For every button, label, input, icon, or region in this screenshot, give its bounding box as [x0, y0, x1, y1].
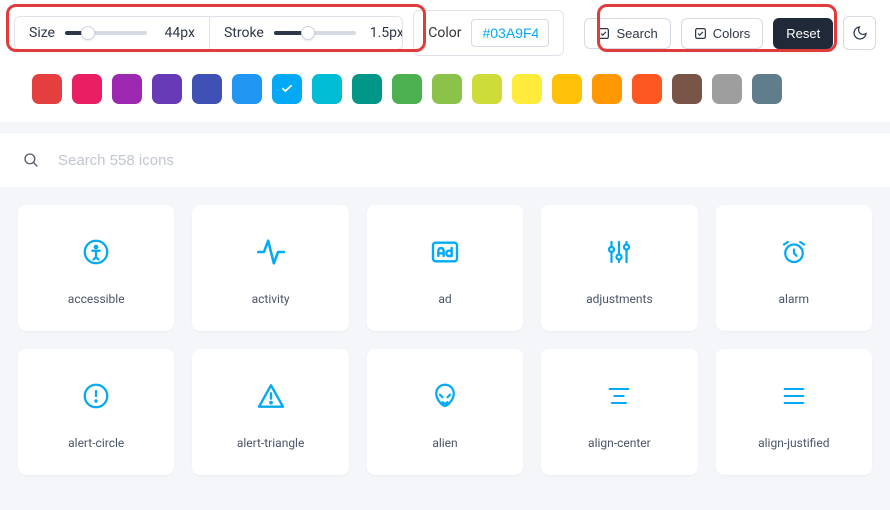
color-swatch[interactable] [512, 74, 542, 104]
icon-label: accessible [68, 292, 125, 306]
color-swatch[interactable] [712, 74, 742, 104]
ad-icon [429, 230, 461, 274]
icon-label: align-justified [758, 436, 829, 450]
color-swatch[interactable] [232, 74, 262, 104]
icon-card-alert-triangle[interactable]: alert-triangle [192, 349, 348, 475]
colors-toggle-button[interactable]: Colors [681, 18, 764, 49]
icon-card-align-justified[interactable]: align-justified [716, 349, 872, 475]
color-swatch[interactable] [112, 74, 142, 104]
adjustments-icon [604, 230, 634, 274]
color-swatch[interactable] [432, 74, 462, 104]
search-toggle-button[interactable]: Search [584, 18, 670, 49]
size-stroke-group: Size 44px Stroke 1.5px [14, 16, 403, 50]
color-swatch[interactable] [352, 74, 382, 104]
icon-label: adjustments [586, 292, 653, 306]
alarm-icon [779, 230, 809, 274]
color-palette [14, 74, 876, 104]
icon-grid: accessible activity ad adjustments alarm aler… [0, 187, 890, 493]
color-swatch[interactable] [192, 74, 222, 104]
reset-button[interactable]: Reset [773, 18, 833, 49]
icon-card-alarm[interactable]: alarm [716, 205, 872, 331]
search-bar [0, 132, 890, 187]
size-value: 44px [157, 25, 195, 41]
color-swatch[interactable] [552, 74, 582, 104]
color-swatch[interactable] [632, 74, 662, 104]
color-swatch[interactable] [72, 74, 102, 104]
stroke-value: 1.5px [366, 25, 403, 41]
checkbox-icon [694, 27, 707, 40]
check-icon [280, 82, 294, 96]
icon-label: alert-circle [68, 436, 124, 450]
accessible-icon [81, 230, 111, 274]
color-swatch[interactable] [392, 74, 422, 104]
color-input[interactable] [471, 19, 549, 47]
icon-label: alert-triangle [237, 436, 305, 450]
icon-card-adjustments[interactable]: adjustments [541, 205, 697, 331]
icon-card-align-center[interactable]: align-center [541, 349, 697, 475]
icon-label: alien [432, 436, 457, 450]
icon-card-alien[interactable]: alien [367, 349, 523, 475]
search-icon [22, 151, 40, 169]
icon-card-ad[interactable]: ad [367, 205, 523, 331]
color-swatch[interactable] [32, 74, 62, 104]
icon-card-alert-circle[interactable]: alert-circle [18, 349, 174, 475]
color-swatch[interactable] [752, 74, 782, 104]
icon-card-activity[interactable]: activity [192, 205, 348, 331]
icon-label: alarm [779, 292, 810, 306]
size-label: Size [29, 25, 55, 41]
stroke-control: Stroke 1.5px [209, 17, 403, 49]
color-swatch[interactable] [312, 74, 342, 104]
color-control: Color [413, 10, 564, 56]
activity-icon [254, 230, 288, 274]
icon-label: activity [252, 292, 290, 306]
icon-label: ad [438, 292, 451, 306]
color-swatch[interactable] [672, 74, 702, 104]
color-swatch[interactable] [592, 74, 622, 104]
search-input[interactable] [58, 152, 868, 169]
color-swatch[interactable] [472, 74, 502, 104]
align-justified-icon [780, 374, 808, 418]
size-slider[interactable] [65, 26, 147, 40]
stroke-label: Stroke [224, 25, 264, 41]
alien-icon [430, 374, 460, 418]
align-center-icon [605, 374, 633, 418]
icon-label: align-center [588, 436, 651, 450]
color-label: Color [428, 25, 461, 41]
color-swatch[interactable] [152, 74, 182, 104]
checkbox-icon [597, 27, 610, 40]
alert-circle-icon [81, 374, 111, 418]
size-control: Size 44px [15, 17, 209, 49]
alert-triangle-icon [255, 374, 287, 418]
icon-card-accessible[interactable]: accessible [18, 205, 174, 331]
stroke-slider[interactable] [274, 26, 356, 40]
color-swatch[interactable] [272, 74, 302, 104]
theme-toggle-button[interactable] [843, 16, 876, 50]
moon-icon [852, 25, 868, 41]
